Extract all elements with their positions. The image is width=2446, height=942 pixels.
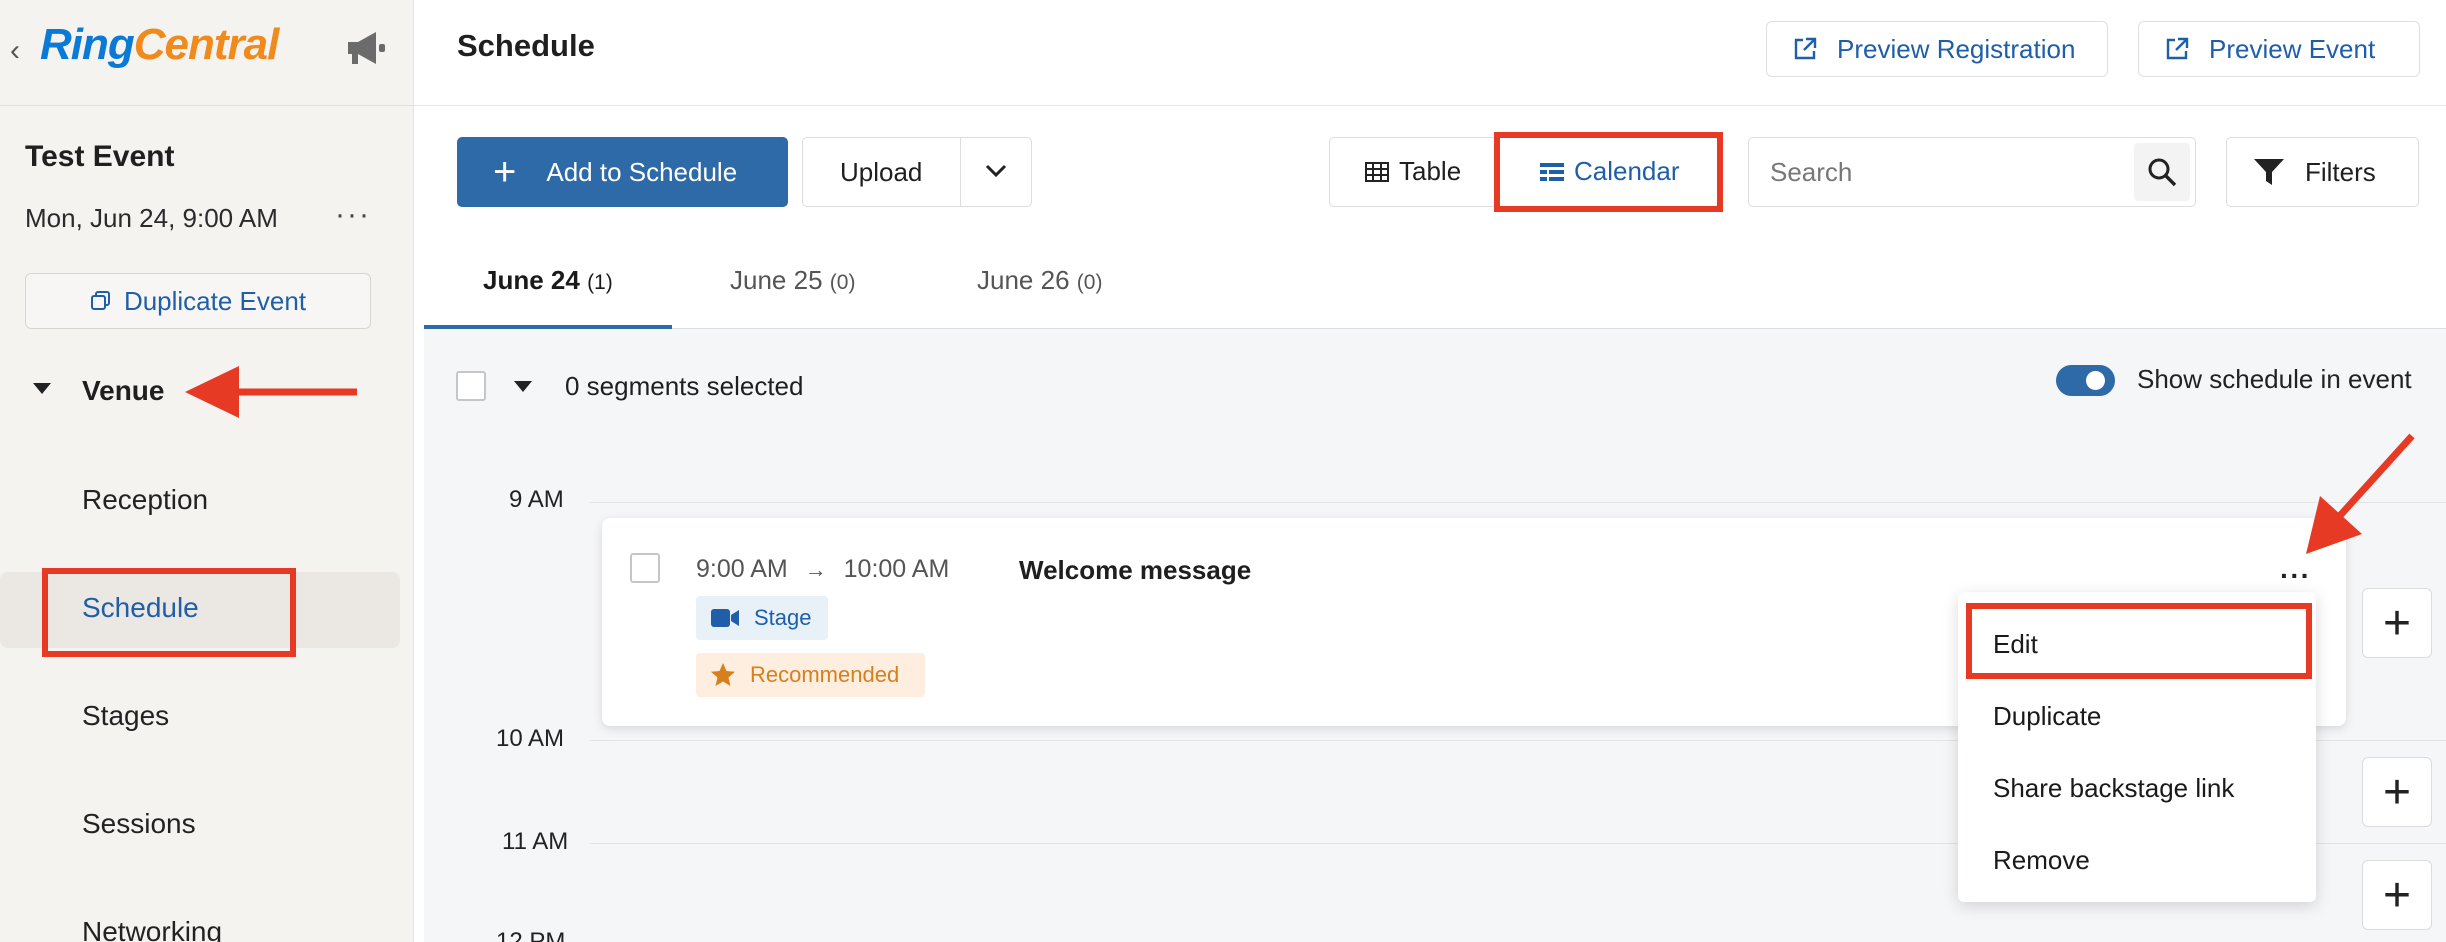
megaphone-icon[interactable] <box>344 28 388 68</box>
plus-icon: + <box>493 150 517 194</box>
segment-more-menu-icon[interactable]: ··· <box>2280 560 2311 592</box>
external-link-icon <box>2166 37 2189 60</box>
add-to-schedule-button[interactable]: + Add to Schedule <box>457 137 788 207</box>
segment-time-range: 9:00 AM → 10:00 AM <box>696 555 949 584</box>
logo-text-ring: Ring <box>40 20 135 69</box>
upload-button[interactable]: Upload <box>840 157 922 188</box>
preview-event-label: Preview Event <box>2209 33 2376 64</box>
duplicate-icon <box>90 291 110 310</box>
table-view-button[interactable]: Table <box>1365 156 1461 187</box>
time-label-12pm: 12 PM <box>496 928 566 942</box>
upload-divider <box>960 138 961 206</box>
filters-button[interactable]: Filters <box>2226 137 2419 207</box>
stage-tag-label: Stage <box>754 605 812 630</box>
segments-selected-label: 0 segments selected <box>565 371 804 401</box>
logo-text-central: Central <box>133 20 280 69</box>
sidebar-item-sessions[interactable]: Sessions <box>82 808 196 840</box>
arrow-right-icon: → <box>804 557 827 582</box>
upload-chevron-down-icon[interactable] <box>983 158 1009 184</box>
preview-registration-label: Preview Registration <box>1837 33 2076 64</box>
time-label-9am: 9 AM <box>509 486 564 513</box>
tab-label: June 25 <box>730 265 823 295</box>
segment-start-time: 9:00 AM <box>696 555 788 583</box>
search-input[interactable] <box>1770 148 2110 196</box>
time-label-10am: 10 AM <box>496 725 565 752</box>
stage-tag: Stage <box>696 596 828 640</box>
duplicate-event-button[interactable]: Duplicate Event <box>25 273 371 329</box>
tab-label: June 24 <box>483 265 580 295</box>
sidebar-item-reception[interactable]: Reception <box>82 484 208 516</box>
recommended-tag: Recommended <box>696 653 925 697</box>
star-icon <box>711 663 735 686</box>
tab-count: (0) <box>1076 271 1103 294</box>
venue-collapse-caret-icon[interactable] <box>33 383 51 394</box>
table-icon <box>1365 161 1389 182</box>
duplicate-event-label: Duplicate Event <box>123 285 307 316</box>
add-segment-button[interactable]: + <box>2362 588 2432 658</box>
annotation-highlight-schedule <box>42 568 296 657</box>
annotation-arrow-venue <box>185 366 357 418</box>
event-name: Test Event <box>25 140 175 173</box>
tab-june-24[interactable]: June 24 (1) <box>483 265 613 296</box>
menu-item-share-backstage-link[interactable]: Share backstage link <box>1993 773 2234 804</box>
search-button[interactable] <box>2134 143 2190 201</box>
add-segment-button[interactable]: + <box>2362 860 2432 930</box>
annotation-highlight-edit <box>1966 603 2312 679</box>
event-more-menu-icon[interactable]: ··· <box>335 198 371 232</box>
tab-label: June 26 <box>977 265 1070 295</box>
sidebar-item-stages[interactable]: Stages <box>82 700 169 732</box>
toggle-knob <box>2086 371 2105 390</box>
selection-dropdown-caret-icon[interactable] <box>514 381 532 392</box>
tab-june-26[interactable]: June 26 (0) <box>977 265 1102 296</box>
annotation-highlight-calendar <box>1494 132 1723 212</box>
table-view-label: Table <box>1399 156 1462 186</box>
segment-checkbox[interactable] <box>630 553 660 583</box>
tab-june-25[interactable]: June 25 (0) <box>730 265 855 296</box>
filters-label: Filters <box>2305 156 2376 187</box>
event-date: Mon, Jun 24, 9:00 AM <box>25 203 278 233</box>
select-all-checkbox[interactable] <box>456 371 486 401</box>
preview-event-button[interactable]: Preview Event <box>2138 21 2420 77</box>
sidebar-item-networking[interactable]: Networking <box>82 916 222 942</box>
video-camera-icon <box>711 609 739 627</box>
annotation-arrow-more-menu <box>2306 433 2415 554</box>
menu-item-remove[interactable]: Remove <box>1993 845 2090 876</box>
menu-item-duplicate[interactable]: Duplicate <box>1993 701 2101 732</box>
external-link-icon <box>1794 37 1817 60</box>
segment-title: Welcome message <box>1019 555 1252 585</box>
search-icon <box>2148 158 2177 187</box>
add-segment-button[interactable]: + <box>2362 757 2432 827</box>
show-schedule-label: Show schedule in event <box>2137 364 2412 394</box>
segment-end-time: 10:00 AM <box>843 555 950 583</box>
recommended-tag-label: Recommended <box>750 662 900 687</box>
back-chevron-icon[interactable]: ‹ <box>10 34 20 68</box>
sidebar-section-venue[interactable]: Venue <box>82 375 164 407</box>
time-label-11am: 11 AM <box>502 828 569 855</box>
ringcentral-logo[interactable]: RingCentral <box>40 20 280 70</box>
tab-count: (1) <box>587 271 613 294</box>
page-title: Schedule <box>457 28 595 63</box>
grid-line <box>590 502 2446 503</box>
tab-count: (0) <box>829 271 856 294</box>
add-to-schedule-label: Add to Schedule <box>546 156 738 187</box>
filter-icon <box>2254 159 2284 185</box>
preview-registration-button[interactable]: Preview Registration <box>1766 21 2108 77</box>
